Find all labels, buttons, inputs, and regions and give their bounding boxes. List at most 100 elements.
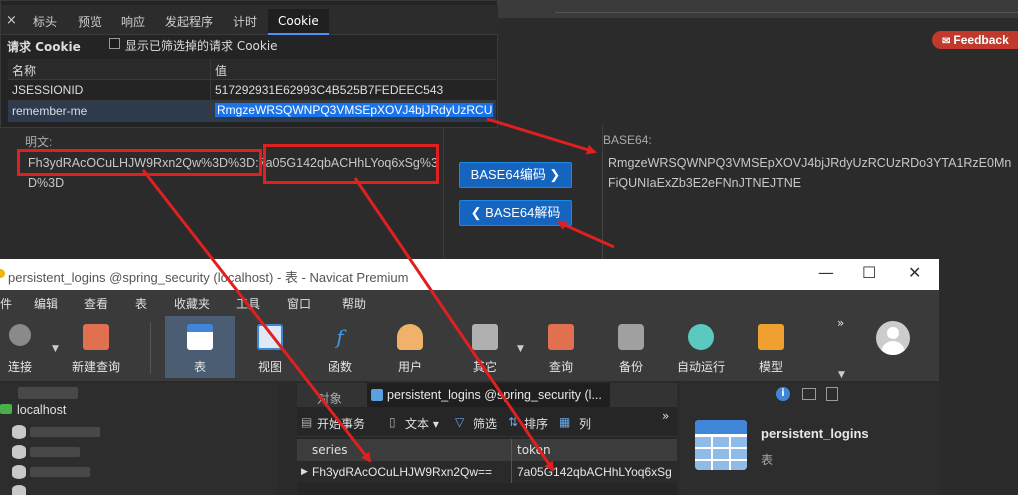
toolbar-label: 表: [193, 360, 206, 374]
window-titlebar: persistent_logins @spring_security (loca…: [0, 259, 939, 290]
more-icon[interactable]: »: [662, 409, 669, 423]
cookie-value-selected[interactable]: RmgzeWRSQWNPQ3VMSEpXOVJ4bjJRdyUzRCUz: [215, 103, 493, 117]
menu-help[interactable]: 帮助: [342, 295, 366, 312]
object-name: persistent_logins: [761, 426, 869, 441]
feedback-button[interactable]: ✉ Feedback: [932, 31, 1018, 49]
devtools-tabbar: × 标头 预览 响应 发起程序 计时 Cookie: [1, 5, 498, 35]
base64-value: RmgzeWRSQWNPQ3VMSEpXOVJ4bjJRdyUzRCUzRDo3…: [608, 156, 1012, 190]
preview-icon[interactable]: [826, 387, 838, 401]
toolbar-new-query[interactable]: 新建查询: [61, 316, 131, 378]
menu-window[interactable]: 窗口: [287, 295, 311, 312]
cookie-value: 517292931E62993C4B525B7FEDEEC543: [215, 83, 444, 97]
menu-file[interactable]: 件: [0, 295, 12, 312]
cell-token[interactable]: 7a05G142qbACHhLYoq6xSg: [517, 465, 672, 479]
divider: [555, 12, 1018, 13]
tab-timing[interactable]: 计时: [233, 13, 257, 30]
new-query-icon: [83, 324, 109, 350]
toolbar-user[interactable]: 用户: [375, 316, 445, 378]
close-button[interactable]: ✕: [908, 263, 921, 282]
blurred-item: [30, 467, 90, 477]
blurred-item: [18, 387, 78, 399]
menu-tools[interactable]: 工具: [236, 295, 260, 312]
object-info-panel: i persistent_logins 表: [681, 383, 939, 495]
toolbar-label: 连接: [7, 360, 32, 374]
more-icon[interactable]: »: [837, 316, 844, 330]
blurred-item: [30, 427, 100, 437]
main-toolbar: 连接 ▼ 新建查询 表 视图 f 函数 用户 其它 ▼ 查询 备份 自动运行 模…: [0, 316, 939, 382]
cell-series[interactable]: Fh3ydRAcOCuLHJW9Rxn2Qw==: [312, 465, 492, 479]
blurred-item: [30, 447, 80, 457]
chevron-down-icon[interactable]: ▼: [52, 344, 59, 354]
toolbar-automation[interactable]: 自动运行: [666, 316, 736, 378]
sort-button[interactable]: 排序: [524, 415, 548, 432]
button-column: [443, 125, 603, 265]
column-name[interactable]: 名称: [12, 62, 207, 79]
toolbar-table[interactable]: 表: [165, 316, 235, 378]
annotation-box-token: [263, 144, 439, 184]
filter-button[interactable]: 筛选: [473, 415, 497, 432]
chevron-down-icon[interactable]: ▼: [517, 344, 524, 354]
table-row[interactable]: ▶ Fh3ydRAcOCuLHJW9Rxn2Qw== 7a05G142qbACH…: [297, 461, 677, 483]
show-filtered-label: 显示已筛选掉的请求 Cookie: [125, 39, 278, 53]
table-row[interactable]: remember-me RmgzeWRSQWNPQ3VMSEpXOVJ4bjJR…: [8, 101, 496, 122]
tab-cookie[interactable]: Cookie: [268, 9, 329, 35]
toolbar-label: 视图: [257, 360, 282, 374]
plaintext-label: 明文:: [25, 135, 53, 149]
toolbar-label: 函数: [327, 360, 352, 374]
ddl-icon[interactable]: [802, 388, 816, 400]
close-icon[interactable]: ×: [6, 13, 17, 28]
table-row[interactable]: JSESSIONID 517292931E62993C4B525B7FEDEEC…: [8, 80, 496, 101]
robot-icon: [688, 324, 714, 350]
column-series[interactable]: series: [312, 443, 348, 457]
base64-decode-button[interactable]: ❮ BASE64解码: [459, 200, 572, 226]
toolbar-query[interactable]: 查询: [526, 316, 596, 378]
tools-icon: [472, 324, 498, 350]
info-icon[interactable]: i: [776, 387, 790, 401]
tab-initiator[interactable]: 发起程序: [165, 13, 213, 30]
menu-view[interactable]: 查看: [84, 295, 108, 312]
window-title: persistent_logins @spring_security (loca…: [8, 270, 409, 285]
database-icon: [12, 465, 26, 479]
minimize-button[interactable]: —: [818, 263, 834, 282]
text-button[interactable]: 文本 ▾: [405, 415, 439, 432]
chevron-down-icon[interactable]: ▼: [838, 370, 845, 380]
database-icon: [12, 445, 26, 459]
toolbar-connect[interactable]: 连接: [0, 316, 55, 378]
column-token[interactable]: token: [517, 443, 551, 457]
toolbar-others[interactable]: 其它: [450, 316, 520, 378]
show-filtered-checkbox[interactable]: [109, 38, 120, 49]
toolbar-label: 新建查询: [71, 360, 120, 374]
sort-icon: ⇅: [508, 415, 519, 429]
toolbar-backup[interactable]: 备份: [596, 316, 666, 378]
menu-table[interactable]: 表: [135, 295, 147, 312]
columns-button[interactable]: 列: [579, 415, 591, 432]
base64-encode-button[interactable]: BASE64编码 ❯: [459, 162, 572, 188]
toolbar-view[interactable]: 视图: [235, 316, 305, 378]
transaction-icon[interactable]: ▤: [301, 415, 312, 429]
tab-persistent-logins[interactable]: persistent_logins @spring_security (l...: [367, 383, 610, 407]
database-icon: [12, 425, 26, 439]
grid-header: series token: [297, 439, 677, 461]
avatar[interactable]: [876, 321, 910, 355]
column-value[interactable]: 值: [215, 62, 493, 79]
toolbar-function[interactable]: f 函数: [305, 316, 375, 378]
tab-response[interactable]: 响应: [121, 13, 145, 30]
tab-preview[interactable]: 预览: [78, 13, 102, 30]
begin-transaction-button[interactable]: 开始事务: [317, 415, 365, 432]
toolbar-model[interactable]: 模型: [736, 316, 806, 378]
tree-item-localhost[interactable]: localhost: [0, 403, 66, 417]
query-icon: [548, 324, 574, 350]
view-icon: [257, 324, 283, 350]
cookie-table: 名称 值 JSESSIONID 517292931E62993C4B525B7F…: [8, 59, 496, 122]
toolbar-label: 备份: [618, 360, 643, 374]
menu-edit[interactable]: 编辑: [34, 295, 58, 312]
toolbar-label: 模型: [758, 360, 783, 374]
tab-objects[interactable]: 对象: [317, 388, 342, 407]
maximize-button[interactable]: ☐: [862, 263, 876, 282]
navicat-window: persistent_logins @spring_security (loca…: [0, 259, 939, 495]
request-cookie-title: 请求 Cookie: [7, 40, 81, 54]
data-toolbar: ▤ 开始事务 ▯ 文本 ▾ ▽ 筛选 ⇅ 排序 ▦ 列 »: [297, 407, 677, 437]
menu-favorites[interactable]: 收藏夹: [174, 295, 210, 312]
tree-item-label: localhost: [17, 403, 67, 417]
tab-headers[interactable]: 标头: [33, 13, 57, 30]
